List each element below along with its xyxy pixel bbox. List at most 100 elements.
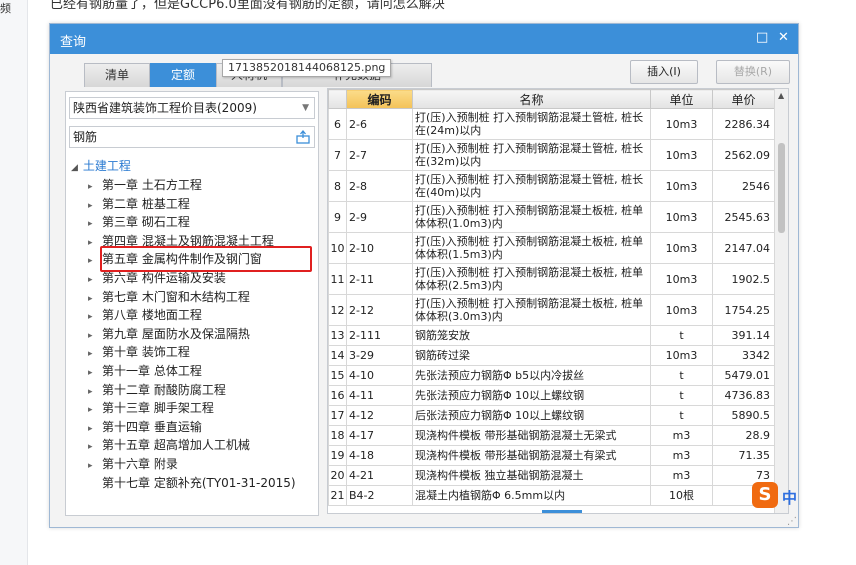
cell-code: B4-2 — [346, 485, 413, 506]
tree-item-chapter-15[interactable]: ▸ 第十五章 超高增加人工机械 — [88, 436, 250, 454]
search-input[interactable]: 钢筋 — [69, 126, 315, 148]
header-name[interactable]: 名称 — [412, 89, 651, 109]
horizontal-scroll-thumb[interactable] — [542, 510, 582, 513]
cell-price: 1902.5 — [712, 263, 775, 295]
caret-expanded-icon[interactable]: ◢ — [71, 163, 78, 173]
cell-code: 2-10 — [346, 232, 413, 264]
header-rownum — [328, 89, 347, 109]
caret-right-icon[interactable]: ▸ — [88, 457, 102, 475]
chevron-down-icon[interactable]: ▼ — [302, 98, 309, 118]
cell-code: 4-21 — [346, 465, 413, 486]
table-row[interactable]: 15 4-10 先张法预应力钢筋Φ b5以内冷拔丝 t 5479.01 — [328, 365, 775, 386]
tree-item-chapter-3[interactable]: ▸ 第三章 砌石工程 — [88, 213, 190, 231]
close-button[interactable]: ✕ — [778, 30, 789, 45]
query-dialog: 查询 □ ✕ 清单 定额 人材机 补充数据 171385201814406812… — [49, 23, 799, 528]
tree-item-chapter-1[interactable]: ▸ 第一章 土石方工程 — [88, 176, 202, 194]
table-row[interactable]: 13 2-111 钢筋笼安放 t 391.14 — [328, 325, 775, 346]
table-row[interactable]: 9 2-9 打(压)入预制桩 打入预制钢筋混凝土板桩, 桩单体体积(1.0m3)内 1… — [328, 201, 775, 233]
cell-code: 4-17 — [346, 425, 413, 446]
cell-name: 现浇构件模板 独立基础钢筋混凝土 — [412, 465, 651, 486]
cell-unit: 10根 — [650, 485, 713, 506]
header-code[interactable]: 编码 — [346, 89, 413, 109]
cell-price: 2545.63 — [712, 201, 775, 233]
tree-item-chapter-7[interactable]: ▸ 第七章 木门窗和木结构工程 — [88, 288, 250, 306]
tree-item-chapter-2[interactable]: ▸ 第二章 桩基工程 — [88, 195, 190, 213]
tree-item-chapter-11[interactable]: ▸ 第十一章 总体工程 — [88, 362, 202, 380]
cell-unit: 10m3 — [650, 345, 713, 366]
tab-quota[interactable]: 定额 — [150, 63, 216, 87]
search-action-icon[interactable] — [296, 130, 310, 144]
tree-item-label: 第十六章 附录 — [102, 457, 178, 471]
caret-right-icon[interactable]: ▸ — [88, 271, 102, 289]
caret-right-icon[interactable]: ▸ — [88, 327, 102, 345]
caret-right-icon[interactable]: ▸ — [88, 438, 102, 456]
caret-right-icon[interactable]: ▸ — [88, 290, 102, 308]
scroll-thumb[interactable] — [778, 143, 785, 233]
library-select[interactable]: 陕西省建筑装饰工程价目表(2009) ▼ — [69, 97, 315, 119]
tree-item-label: 第六章 构件运输及安装 — [102, 271, 226, 285]
header-unit[interactable]: 单位 — [650, 89, 713, 109]
table-row[interactable]: 16 4-11 先张法预应力钢筋Φ 10以上螺纹钢 t 4736.83 — [328, 385, 775, 406]
caret-right-icon[interactable]: ▸ — [88, 364, 102, 382]
tree-item-chapter-9[interactable]: ▸ 第九章 屋面防水及保温隔热 — [88, 325, 250, 343]
tree-item-chapter-10[interactable]: ▸ 第十章 装饰工程 — [88, 343, 190, 361]
tab-bill[interactable]: 清单 — [84, 63, 150, 87]
highlight-annotation — [100, 246, 312, 272]
cell-price: 2286.34 — [712, 108, 775, 140]
tree-item-chapter-8[interactable]: ▸ 第八章 楼地面工程 — [88, 306, 202, 324]
tree-item-chapter-12[interactable]: ▸ 第十二章 耐酸防腐工程 — [88, 381, 226, 399]
cell-price: 71.35 — [712, 445, 775, 466]
caret-right-icon[interactable]: ▸ — [88, 178, 102, 196]
table-row[interactable]: 19 4-18 现浇构件模板 带形基础钢筋混凝土有梁式 m3 71.35 — [328, 445, 775, 466]
caret-right-icon[interactable]: ▸ — [88, 345, 102, 363]
restore-button[interactable]: □ — [756, 30, 768, 45]
scroll-up-icon[interactable]: ▲ — [778, 91, 784, 100]
caret-right-icon[interactable]: ▸ — [88, 308, 102, 326]
cell-rn: 15 — [328, 365, 347, 386]
caret-right-icon[interactable]: ▸ — [88, 420, 102, 438]
tree-item-chapter-16[interactable]: ▸ 第十六章 附录 — [88, 455, 178, 473]
tree-item-label: 第十一章 总体工程 — [102, 364, 202, 378]
tree-item-label: 第七章 木门窗和木结构工程 — [102, 289, 250, 304]
dialog-titlebar[interactable]: 查询 □ ✕ — [50, 24, 798, 54]
table-row[interactable]: 6 2-6 打(压)入预制桩 打入预制钢筋混凝土管桩, 桩长在(24m)以内 10m3… — [328, 108, 775, 140]
cell-price: 3342 — [712, 345, 775, 366]
ime-logo-icon[interactable]: S — [752, 482, 778, 508]
tree-item-chapter-13[interactable]: ▸ 第十三章 脚手架工程 — [88, 399, 214, 417]
table-row[interactable]: 14 3-29 钢筋砖过梁 10m3 3342 — [328, 345, 775, 366]
tree-root[interactable]: ◢ 土建工程 — [71, 157, 131, 175]
cell-name: 后张法预应力钢筋Φ 10以上螺纹钢 — [412, 405, 651, 426]
cell-rn: 12 — [328, 294, 347, 326]
tree-item-chapter-14[interactable]: ▸ 第十四章 垂直运输 — [88, 418, 202, 436]
caret-right-icon[interactable]: ▸ — [88, 215, 102, 233]
table-row[interactable]: 18 4-17 现浇构件模板 带形基础钢筋混凝土无梁式 m3 28.9 — [328, 425, 775, 446]
table-row[interactable]: 10 2-10 打(压)入预制桩 打入预制钢筋混凝土板桩, 桩单体体积(1.5m3)… — [328, 232, 775, 264]
question-text: 已经有钢筋量了，但是GCCP6.0里面没有钢筋的定额，请问怎么解决 — [50, 0, 445, 12]
tree-item-label: 第一章 土石方工程 — [102, 178, 202, 192]
table-row[interactable]: 21B4-2混凝土内植钢筋Φ 6.5mm以内10根66 — [328, 485, 775, 506]
table-body: 6 2-6 打(压)入预制桩 打入预制钢筋混凝土管桩, 桩长在(24m)以内 10m3… — [328, 108, 775, 506]
table-row[interactable]: 11 2-11 打(压)入预制桩 打入预制钢筋混凝土板桩, 桩单体体积(2.5m3)… — [328, 263, 775, 295]
table-row[interactable]: 17 4-12 后张法预应力钢筋Φ 10以上螺纹钢 t 5890.5 — [328, 405, 775, 426]
vertical-scrollbar[interactable]: ▲ — [774, 89, 788, 513]
insert-button[interactable]: 插入(I) — [630, 60, 698, 84]
ime-mode-indicator[interactable]: 中 — [782, 487, 797, 508]
header-price[interactable]: 单价 — [712, 89, 775, 109]
table-row[interactable]: 20 4-21 现浇构件模板 独立基础钢筋混凝土 m3 73 — [328, 465, 775, 486]
replace-button[interactable]: 替换(R) — [716, 60, 790, 84]
tree-item-chapter-17[interactable]: 第十七章 定额补充(TY01-31-2015) — [102, 474, 296, 492]
caret-right-icon[interactable]: ▸ — [88, 197, 102, 215]
tree-item-label: 第三章 砌石工程 — [102, 215, 190, 230]
cell-rn: 16 — [328, 385, 347, 406]
cell-rn: 14 — [328, 345, 347, 366]
table-row[interactable]: 12 2-12 打(压)入预制桩 打入预制钢筋混凝土板桩, 桩单体体积(3.0m3)… — [328, 294, 775, 326]
resize-grip-icon[interactable]: ⋰ — [787, 516, 797, 527]
cell-name: 打(压)入预制桩 打入预制钢筋混凝土板桩, 桩单体体积(2.5m3)内 — [412, 263, 651, 295]
table-row[interactable]: 8 2-8 打(压)入预制桩 打入预制钢筋混凝土管桩, 桩长在(40m)以内 10m3… — [328, 170, 775, 202]
cell-code: 4-10 — [346, 365, 413, 386]
cell-rn: 13 — [328, 325, 347, 346]
cell-code: 2-12 — [346, 294, 413, 326]
caret-right-icon[interactable]: ▸ — [88, 401, 102, 419]
caret-right-icon[interactable]: ▸ — [88, 383, 102, 401]
table-row[interactable]: 7 2-7 打(压)入预制桩 打入预制钢筋混凝土管桩, 桩长在(32m)以内 10m3… — [328, 139, 775, 171]
